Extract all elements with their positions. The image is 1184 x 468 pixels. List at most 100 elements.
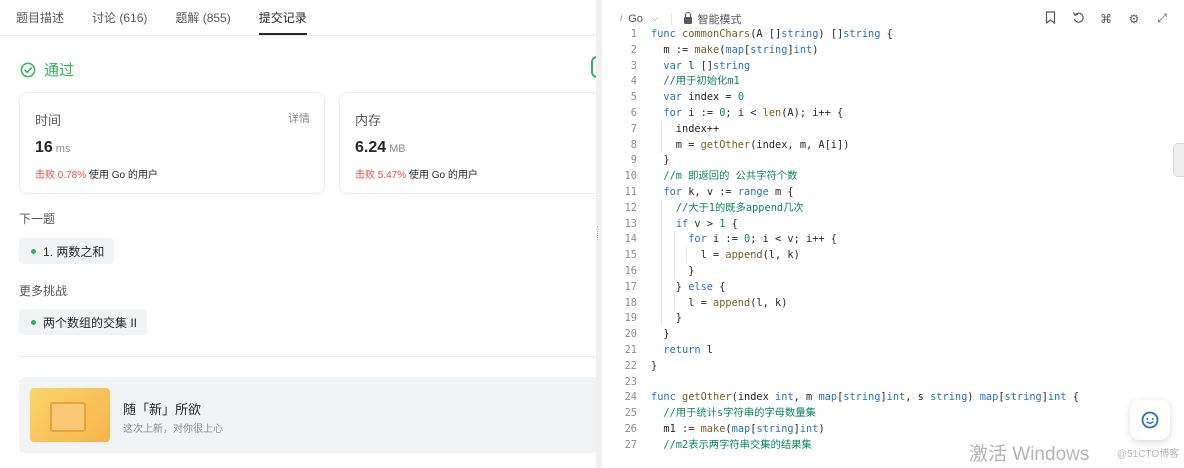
code-text: var l []string <box>663 59 751 72</box>
code-text: //用于统计s字符串的字母数量集 <box>663 407 816 420</box>
code-area[interactable]: 1 func commonChars(A []string) []string {… <box>602 28 1184 468</box>
code-text: return l <box>663 344 714 356</box>
line-number: 2 <box>630 43 637 56</box>
details-link[interactable]: 详情 <box>288 110 310 126</box>
memory-value: 6.24 MB <box>355 139 406 156</box>
code-line[interactable]: 25 //用于统计s字符串的字母数量集 <box>602 405 1184 421</box>
line-number: 14 <box>624 233 637 246</box>
code-line[interactable]: 24 func getOther(index int, m map[string]… <box>602 389 1184 405</box>
code-line[interactable]: 23 <box>602 374 1184 390</box>
command-icon[interactable]: ⌘ <box>1092 12 1120 26</box>
line-number: 12 <box>624 201 637 214</box>
line-number: 7 <box>630 122 637 135</box>
runtime-label: 时间 <box>35 113 62 128</box>
code-line[interactable]: 6 for i := 0; i < len(A); i++ { <box>602 105 1184 121</box>
code-line[interactable]: 26 m1 := make(map[string]int) <box>602 421 1184 437</box>
code-text: m = getOther(index, m, A[i]) <box>651 138 850 151</box>
code-line[interactable]: 4 //用于初始化m1 <box>602 73 1184 89</box>
code-text: } else { <box>651 280 726 293</box>
code-text: //大于1的既多append几次 <box>675 201 804 214</box>
submission-panel: 题目描述 讨论 (616) 题解 (855) 提交记录 通过 时间 详情 16 m… <box>0 0 596 468</box>
line-number: 16 <box>624 265 637 277</box>
reset-icon[interactable] <box>1064 11 1092 27</box>
code-text: //用于初始化m1 <box>663 75 740 88</box>
tab-submissions[interactable]: 提交记录 <box>258 11 307 35</box>
code-line[interactable]: 17 } else { <box>602 278 1184 295</box>
code-line[interactable]: 20 } <box>602 326 1184 342</box>
code-line[interactable]: 7 index++ <box>602 120 1184 137</box>
code-line[interactable]: 11 for k, v := range m { <box>602 184 1184 200</box>
code-text: //m2表示两字符串交集的结果集 <box>663 438 812 451</box>
code-line[interactable]: 21 return l <box>602 342 1184 358</box>
check-circle-icon <box>20 62 36 77</box>
code-text: index++ <box>651 122 720 135</box>
code-line[interactable]: 1 func commonChars(A []string) []string { <box>602 26 1184 42</box>
app-root: 题目描述 讨论 (616) 题解 (855) 提交记录 通过 时间 详情 16 m… <box>0 0 1184 468</box>
line-number: 25 <box>624 407 637 420</box>
line-number: 23 <box>624 375 637 388</box>
settings-icon[interactable]: ⚙ <box>1120 12 1148 26</box>
more-challenges-label: 更多挑战 <box>19 284 68 298</box>
line-number: 17 <box>624 280 637 293</box>
code-line[interactable]: 12 //大于1的既多append几次 <box>602 199 1184 216</box>
next-question-chip[interactable]: 1. 两数之和 <box>19 238 115 264</box>
dot-icon <box>31 248 36 254</box>
promo-banner[interactable]: 随「新」所欲 这次上新，对你很上心 <box>19 377 596 453</box>
runtime-card[interactable]: 时间 详情 16 ms 击败 0.78% 使用 Go 的用户 <box>19 92 325 194</box>
line-number: 9 <box>630 154 637 167</box>
code-line[interactable]: 5 var index = 0 <box>602 89 1184 105</box>
line-number: 4 <box>630 75 637 88</box>
chat-bubble-icon <box>1141 411 1159 429</box>
code-line[interactable]: 16 } <box>602 263 1184 279</box>
code-text: } <box>651 154 670 167</box>
code-line[interactable]: 22} <box>602 358 1184 374</box>
tab-description[interactable]: 题目描述 <box>16 11 64 35</box>
memory-label: 内存 <box>355 113 382 128</box>
memory-beat: 击败 5.47% 使用 Go 的用户 <box>355 170 478 181</box>
code-line[interactable]: 9 } <box>602 152 1184 168</box>
line-number: 18 <box>624 296 637 309</box>
promo-title: 随「新」所欲 <box>123 402 202 417</box>
line-number: 8 <box>630 138 637 151</box>
code-text: m := make(map[string]int) <box>651 43 819 56</box>
smart-mode-toggle[interactable]: 智能模式 <box>683 11 742 27</box>
code-text: l = append(l, k) <box>651 296 788 309</box>
code-line[interactable]: 10 //m 即返回的 公共字符个数 <box>602 168 1184 184</box>
code-line[interactable]: 27 //m2表示两字符串交集的结果集 <box>602 437 1184 453</box>
language-select[interactable]: i Go ⌵ <box>620 13 659 25</box>
code-text: l = append(l, k) <box>651 249 800 262</box>
code-line[interactable]: 18 l = append(l, k) <box>602 294 1184 311</box>
code-line[interactable]: 2 m := make(map[string]int) <box>602 42 1184 58</box>
promo-subtitle: 这次上新，对你很上心 <box>123 424 223 435</box>
challenge-chip[interactable]: 两个数组的交集 II <box>19 309 148 335</box>
line-number: 10 <box>624 170 637 183</box>
code-text: } <box>651 312 682 325</box>
site-watermark: @51CTO博客 <box>1117 449 1180 460</box>
info-icon: i <box>620 13 623 24</box>
divider <box>19 356 596 357</box>
expand-icon[interactable]: ⤢ <box>1148 11 1176 26</box>
tab-discussion[interactable]: 讨论 (616) <box>92 11 147 35</box>
side-panel-tab[interactable] <box>1173 143 1184 177</box>
code-text: } <box>651 265 695 277</box>
line-number: 11 <box>624 186 637 198</box>
status-text: 通过 <box>44 62 75 79</box>
tab-solutions[interactable]: 题解 (855) <box>175 11 230 35</box>
code-line[interactable]: 19 } <box>602 310 1184 327</box>
runtime-value: 16 ms <box>35 139 71 156</box>
code-line[interactable]: 15 l = append(l, k) <box>602 247 1184 264</box>
code-text: for i := 0; i < v; i++ { <box>688 233 838 246</box>
code-line[interactable]: 3 var l []string <box>602 58 1184 74</box>
code-text: var index = 0 <box>663 91 745 104</box>
bookmark-icon[interactable] <box>1036 10 1064 27</box>
chevron-down-icon: ⌵ <box>650 13 659 24</box>
code-line[interactable]: 14 for i := 0; i < v; i++ { <box>602 231 1184 248</box>
drag-handle-icon[interactable] <box>597 226 600 240</box>
code-line[interactable]: 8 m = getOther(index, m, A[i]) <box>602 136 1184 153</box>
line-number: 21 <box>624 344 637 356</box>
memory-card[interactable]: 内存 6.24 MB 击败 5.47% 使用 Go 的用户 <box>339 92 596 194</box>
chat-button[interactable] <box>1130 400 1170 440</box>
activation-watermark: 激活 Windows <box>969 444 1090 465</box>
code-line[interactable]: 13 if v > 1 { <box>602 215 1184 232</box>
line-number: 24 <box>624 391 637 404</box>
